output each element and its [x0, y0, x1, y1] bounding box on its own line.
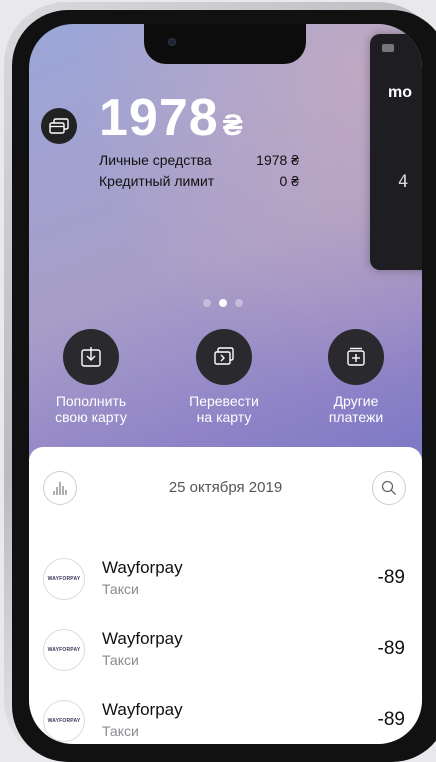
merchant-logo: WAYFORPAY [43, 629, 85, 671]
card-transfer-icon [196, 329, 252, 385]
top-up-label-line2: свою карту [55, 409, 127, 425]
add-payment-icon [328, 329, 384, 385]
merchant-name: Wayforpay [102, 700, 183, 719]
notch [144, 24, 306, 64]
pager-dot-active[interactable] [219, 299, 227, 307]
transfer-label-line2: на карту [196, 409, 252, 425]
merchant-logo: WAYFORPAY [43, 700, 85, 742]
pager-dot[interactable] [235, 299, 243, 307]
balance-total: 1978 ₴ [99, 88, 244, 156]
card-chip [382, 44, 394, 52]
transaction-row[interactable]: WAYFORPAY Wayforpay Такси -89 [29, 686, 422, 744]
next-card-preview[interactable]: mo 4 4 [370, 34, 422, 270]
other-payments-label-line1: Другие [333, 393, 379, 409]
transaction-category: Такси [102, 723, 139, 739]
transaction-row[interactable]: WAYFORPAY Wayforpay Такси -89 [29, 544, 422, 608]
transaction-amount: -89 [377, 709, 405, 730]
transfer-label-line1: Перевести [189, 393, 259, 409]
transfer-label: Перевести на карту [169, 393, 279, 425]
cards-stack-icon [49, 118, 69, 134]
merchant-name: Wayforpay [102, 629, 183, 648]
other-payments-button[interactable]: Другие платежи [301, 329, 411, 425]
merchant-logo: WAYFORPAY [43, 558, 85, 600]
card-pager[interactable] [203, 299, 243, 307]
own-funds-label: Личные средства [99, 152, 212, 168]
app-screen: mo 4 4 1978₴ Личные средства 1978 ₴ Кред… [29, 24, 422, 744]
transaction-category: Такси [102, 581, 139, 597]
pager-dot[interactable] [203, 299, 211, 307]
card-digits: 4 4 [398, 172, 422, 192]
top-up-button[interactable]: Пополнить свою карту [36, 329, 146, 425]
transaction-row[interactable]: WAYFORPAY Wayforpay Такси -89 [29, 615, 422, 679]
cards-icon[interactable] [41, 108, 77, 144]
balance-currency: ₴ [222, 109, 244, 142]
transaction-category: Такси [102, 652, 139, 668]
download-icon [63, 329, 119, 385]
transfer-button[interactable]: Перевести на карту [169, 329, 279, 425]
camera [168, 38, 176, 46]
top-up-label-line1: Пополнить [55, 393, 127, 409]
own-funds-row: Личные средства 1978 ₴ [99, 152, 299, 168]
history-panel: 25 октября 2019 WAYFORPAY Wayforpay Такс… [29, 447, 422, 744]
top-up-label: Пополнить свою карту [36, 393, 146, 425]
merchant-name: Wayforpay [102, 558, 183, 577]
balance-amount: 1978 [99, 89, 219, 147]
history-date: 25 октября 2019 [168, 479, 283, 496]
transaction-amount: -89 [377, 638, 405, 659]
search-button[interactable] [372, 471, 406, 505]
other-payments-label: Другие платежи [301, 393, 411, 425]
credit-limit-row: Кредитный лимит 0 ₴ [99, 173, 299, 189]
transaction-amount: -89 [377, 567, 405, 588]
other-payments-label-line2: платежи [328, 409, 384, 425]
own-funds-value: 1978 ₴ [256, 152, 299, 168]
credit-limit-label: Кредитный лимит [99, 173, 215, 189]
card-brand: mo [388, 84, 412, 101]
credit-limit-value: 0 ₴ [279, 173, 299, 189]
search-icon [381, 480, 396, 495]
